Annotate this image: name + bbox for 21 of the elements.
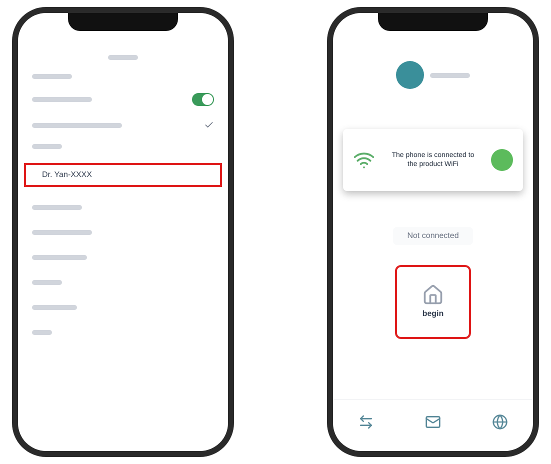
blurred-label — [32, 97, 92, 102]
blurred-label — [32, 255, 87, 260]
house-icon — [422, 284, 444, 306]
blurred-label — [32, 280, 62, 285]
check-icon — [204, 120, 214, 130]
blurred-label — [32, 230, 92, 235]
blurred-label — [32, 305, 77, 310]
blurred-label — [32, 144, 62, 149]
arrows-icon[interactable] — [358, 414, 374, 430]
begin-button[interactable]: begin — [395, 265, 471, 339]
blurred-label — [108, 55, 138, 60]
blurred-label — [32, 205, 82, 210]
logo-icon — [396, 61, 424, 89]
mail-icon[interactable] — [424, 414, 441, 430]
blurred-label — [32, 330, 52, 335]
wifi-switch[interactable] — [192, 93, 214, 106]
blurred-label — [430, 72, 470, 78]
network-row[interactable]: Dr. Yan-XXXX — [24, 163, 222, 187]
globe-icon[interactable] — [492, 414, 508, 430]
status-pill: Not connected — [393, 227, 473, 245]
blurred-label — [32, 74, 72, 79]
